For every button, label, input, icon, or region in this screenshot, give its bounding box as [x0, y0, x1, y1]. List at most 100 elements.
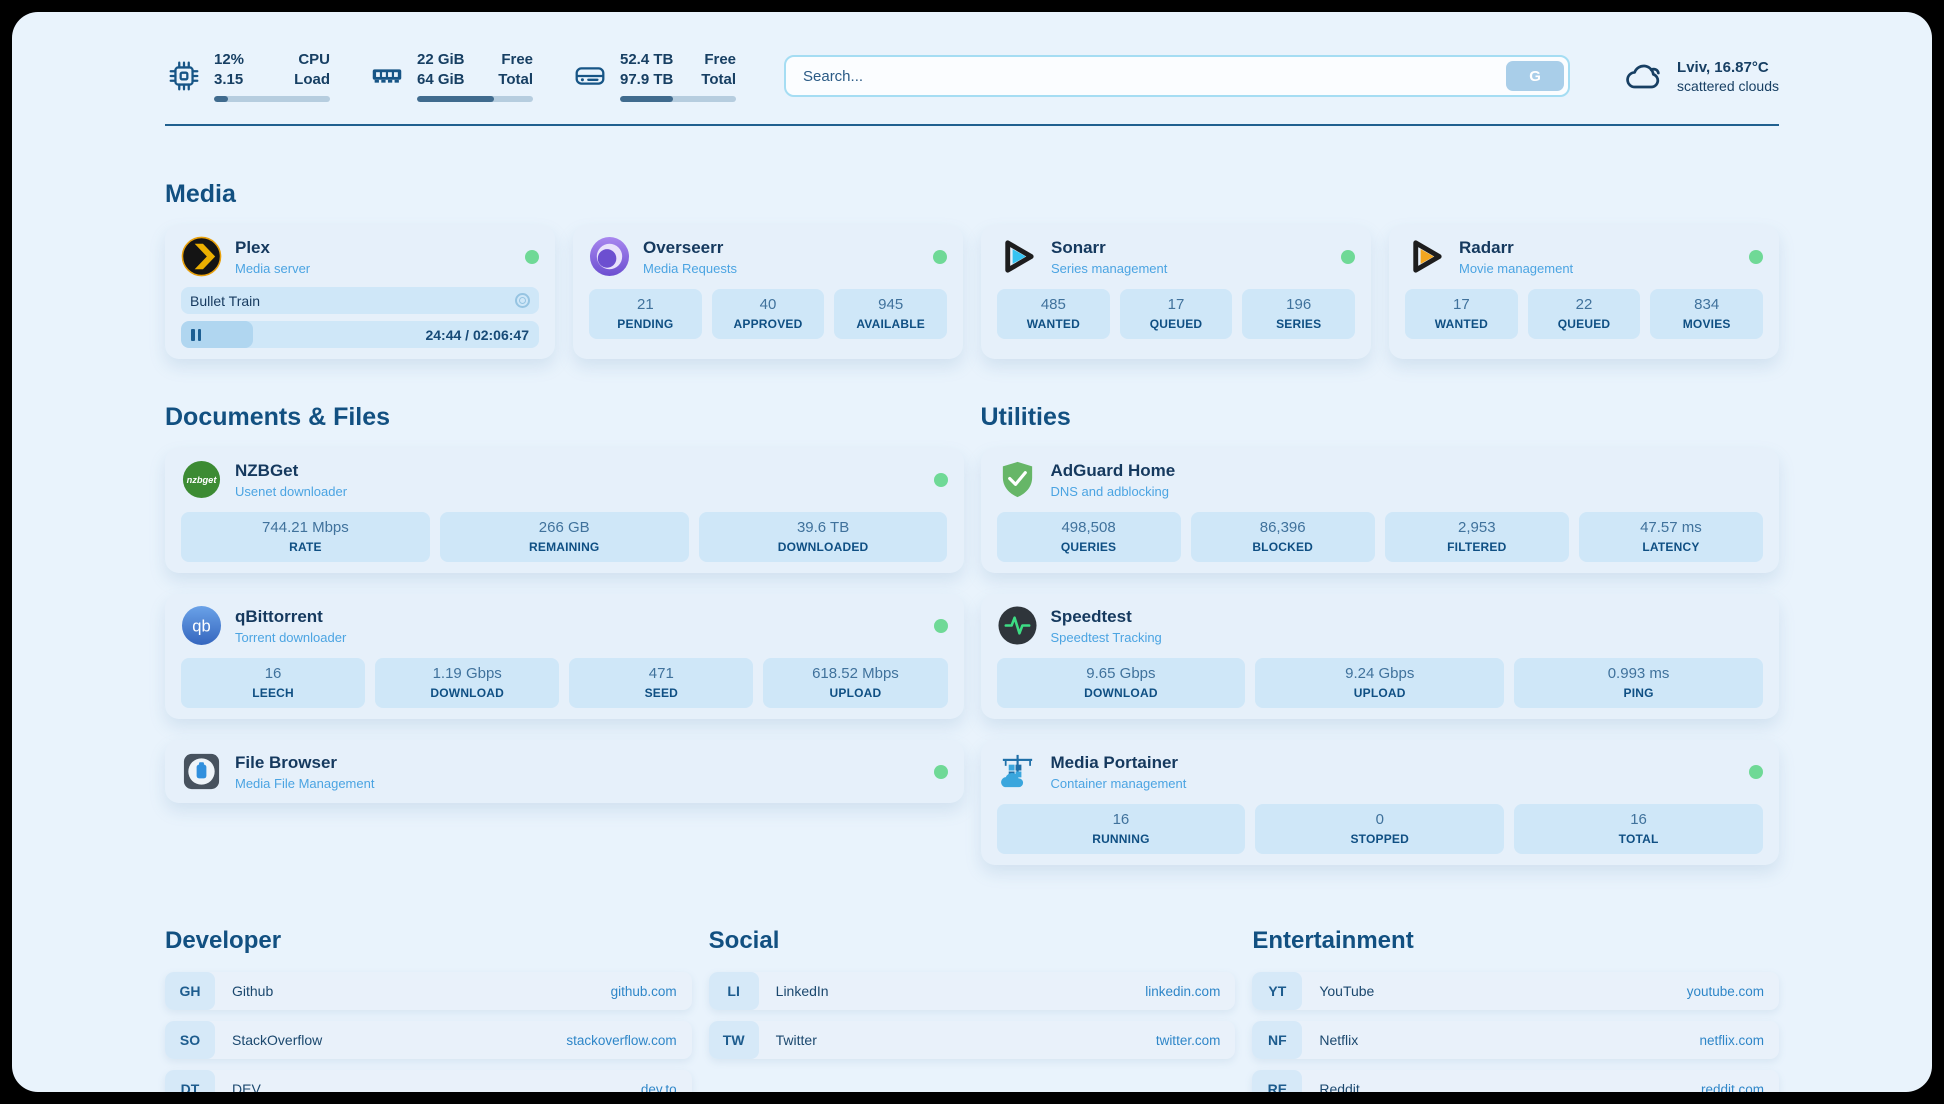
stat-upload: 9.24 Gbps UPLOAD [1255, 658, 1504, 708]
service-card-adguard[interactable]: AdGuard Home DNS and adblocking 498,508 … [981, 448, 1780, 573]
section-media: Media Plex Media server [165, 180, 1779, 359]
sonarr-icon [997, 236, 1038, 277]
svg-text:nzbget: nzbget [187, 475, 218, 485]
bookmark-dev[interactable]: DT DEV dev.to [165, 1070, 692, 1092]
service-title: Speedtest [1051, 607, 1764, 627]
bookmark-reddit[interactable]: RE Reddit reddit.com [1252, 1070, 1779, 1092]
bookmark-abbr: RE [1252, 1070, 1302, 1092]
ram-total-value: 64 GiB [417, 70, 465, 90]
portainer-icon [997, 751, 1038, 792]
service-title: Radarr [1459, 238, 1736, 258]
disk-progress-bar [620, 96, 736, 102]
now-playing-view-icon[interactable] [515, 293, 530, 308]
section-title-utilities: Utilities [981, 403, 1780, 432]
bookmark-name: Netflix [1319, 1032, 1358, 1048]
weather-condition: scattered clouds [1677, 78, 1779, 94]
bookmark-abbr: LI [709, 972, 759, 1010]
stat-running: 16 RUNNING [997, 804, 1246, 854]
bookmark-linkedin[interactable]: LI LinkedIn linkedin.com [709, 972, 1236, 1010]
bookmark-twitter[interactable]: TW Twitter twitter.com [709, 1021, 1236, 1059]
stat-seed: 471 SEED [569, 658, 753, 708]
section-utilities: Utilities AdGuard Home DNS and adblocki [981, 403, 1780, 865]
service-title: Overseerr [643, 238, 920, 258]
stat-queued: 22 QUEUED [1528, 289, 1641, 339]
stat-stopped: 0 STOPPED [1255, 804, 1504, 854]
svg-text:qb: qb [192, 616, 210, 635]
bookmark-group-title: Social [709, 927, 1236, 955]
stat-queued: 17 QUEUED [1120, 289, 1233, 339]
stat-download: 1.19 Gbps DOWNLOAD [375, 658, 559, 708]
ram-stat: 22 GiB 64 GiB Free Total [368, 50, 533, 102]
stat-leech: 16 LEECH [181, 658, 365, 708]
status-dot [525, 250, 539, 264]
stat-available: 945 AVAILABLE [834, 289, 947, 339]
service-card-speedtest[interactable]: Speedtest Speedtest Tracking 9.65 Gbps D… [981, 594, 1780, 719]
system-stats: 12% 3.15 CPU Load [165, 50, 736, 102]
service-card-nzbget[interactable]: nzbget NZBGet Usenet downloader 744.21 M… [165, 448, 964, 573]
service-card-plex[interactable]: Plex Media server Bullet Train 24:44 / 0… [165, 225, 555, 359]
pause-icon [191, 329, 201, 341]
weather-location-temp: Lviv, 16.87°C [1677, 59, 1779, 76]
cpu-stat: 12% 3.15 CPU Load [165, 50, 330, 102]
status-dot [934, 765, 948, 779]
weather-widget[interactable]: Lviv, 16.87°C scattered clouds [1622, 55, 1779, 97]
status-dot [1341, 250, 1355, 264]
disk-total-label: Total [701, 70, 736, 90]
bookmark-abbr: DT [165, 1070, 215, 1092]
search-provider-button[interactable]: G [1506, 61, 1564, 91]
search-input[interactable] [790, 68, 1506, 85]
cpu-label: CPU [298, 50, 330, 70]
service-card-sonarr[interactable]: Sonarr Series management 485 WANTED 17 Q… [981, 225, 1371, 359]
stat-total: 16 TOTAL [1514, 804, 1763, 854]
qbittorrent-icon: qb [181, 605, 222, 646]
stat-movies: 834 MOVIES [1650, 289, 1763, 339]
bookmark-abbr: NF [1252, 1021, 1302, 1059]
nzbget-icon: nzbget [181, 459, 222, 500]
bookmark-url: github.com [611, 984, 677, 999]
bookmark-url: linkedin.com [1145, 984, 1220, 999]
bookmark-youtube[interactable]: YT YouTube youtube.com [1252, 972, 1779, 1010]
section-title-documents: Documents & Files [165, 403, 964, 432]
cpu-usage-value: 12% [214, 50, 244, 70]
playback-time: 24:44 / 02:06:47 [425, 327, 529, 343]
now-playing-title: Bullet Train [190, 293, 515, 309]
search-bar[interactable]: G [784, 55, 1570, 97]
dashboard-page: 12% 3.15 CPU Load [12, 12, 1932, 1092]
stat-download: 9.65 Gbps DOWNLOAD [997, 658, 1246, 708]
disk-icon [571, 57, 609, 95]
bookmark-github[interactable]: GH Github github.com [165, 972, 692, 1010]
radarr-icon [1405, 236, 1446, 277]
bookmark-url: dev.to [641, 1082, 677, 1093]
cpu-progress-bar [214, 96, 330, 102]
service-title: File Browser [235, 753, 921, 773]
service-title: qBittorrent [235, 607, 921, 627]
ram-total-label: Total [498, 70, 533, 90]
stat-wanted: 17 WANTED [1405, 289, 1518, 339]
overseerr-icon [589, 236, 630, 277]
playback-progress-bar[interactable]: 24:44 / 02:06:47 [181, 321, 539, 348]
service-subtitle: Media Requests [643, 261, 920, 276]
bookmark-abbr: SO [165, 1021, 215, 1059]
service-card-filebrowser[interactable]: File Browser Media File Management [165, 740, 964, 803]
stat-pending: 21 PENDING [589, 289, 702, 339]
weather-text: Lviv, 16.87°C scattered clouds [1677, 59, 1779, 94]
service-subtitle: DNS and adblocking [1051, 484, 1764, 499]
ram-icon [368, 57, 406, 95]
service-card-overseerr[interactable]: Overseerr Media Requests 21 PENDING 40 A… [573, 225, 963, 359]
stat-ping: 0.993 ms PING [1514, 658, 1763, 708]
bookmark-netflix[interactable]: NF Netflix netflix.com [1252, 1021, 1779, 1059]
bookmark-url: netflix.com [1699, 1033, 1764, 1048]
plex-icon [181, 236, 222, 277]
service-subtitle: Media File Management [235, 776, 921, 791]
service-subtitle: Container management [1051, 776, 1737, 791]
bookmark-group-title: Developer [165, 927, 692, 955]
service-card-qbittorrent[interactable]: qb qBittorrent Torrent downloader 16 LEE… [165, 594, 964, 719]
service-card-radarr[interactable]: Radarr Movie management 17 WANTED 22 QUE… [1389, 225, 1779, 359]
service-title: NZBGet [235, 461, 921, 481]
bookmark-stackoverflow[interactable]: SO StackOverflow stackoverflow.com [165, 1021, 692, 1059]
bookmark-name: StackOverflow [232, 1032, 322, 1048]
service-card-portainer[interactable]: Media Portainer Container management 16 … [981, 740, 1780, 865]
adguard-icon [997, 459, 1038, 500]
disk-free-value: 52.4 TB [620, 50, 673, 70]
disk-stat: 52.4 TB 97.9 TB Free Total [571, 50, 736, 102]
